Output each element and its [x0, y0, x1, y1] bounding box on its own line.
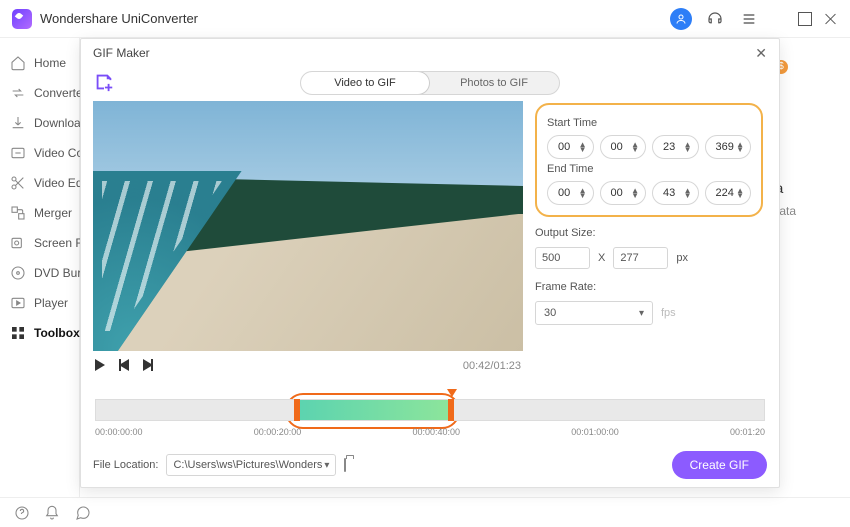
sidebar-item-dvd[interactable]: DVD Burner: [0, 258, 79, 288]
file-location-select[interactable]: C:\Users\ws\Pictures\Wonders▾: [166, 454, 336, 476]
start-minutes-stepper[interactable]: 00▲▼: [600, 135, 647, 159]
disc-icon: [10, 265, 26, 281]
sidebar-item-compressor[interactable]: Video Compressor: [0, 138, 79, 168]
px-label: px: [676, 252, 688, 264]
sidebar-item-editor[interactable]: Video Editor: [0, 168, 79, 198]
sidebar-item-converter[interactable]: Converter: [0, 78, 79, 108]
tick-label: 00:00:40:00: [412, 427, 460, 437]
compress-icon: [10, 145, 26, 161]
sidebar-item-label: Toolbox: [34, 326, 80, 340]
help-icon[interactable]: [14, 505, 30, 521]
frame-rate-select[interactable]: 30▾: [535, 301, 653, 325]
sidebar: Home Converter Downloader Video Compress…: [0, 38, 80, 497]
support-icon[interactable]: [704, 8, 726, 30]
end-ms-stepper[interactable]: 224▲▼: [705, 181, 752, 205]
frame-rate-label: Frame Rate:: [535, 281, 763, 293]
sidebar-item-label: Player: [34, 296, 68, 310]
folder-icon: [344, 458, 346, 472]
tick-label: 00:01:00:00: [571, 427, 619, 437]
sidebar-item-toolbox[interactable]: Toolbox: [0, 318, 79, 348]
end-hours-stepper[interactable]: 00▲▼: [547, 181, 594, 205]
gif-maker-dialog: GIF Maker ✕ Video to GIF Photos to GIF: [80, 38, 780, 488]
selection-end-handle[interactable]: [448, 399, 454, 421]
playback-controls: 00:42/01:23: [93, 351, 523, 381]
app-title: Wondershare UniConverter: [40, 11, 198, 26]
tick-label: 00:01:20: [730, 427, 765, 437]
next-frame-button[interactable]: [143, 359, 157, 373]
timeline-track[interactable]: [95, 399, 765, 421]
start-hours-stepper[interactable]: 00▲▼: [547, 135, 594, 159]
fps-label: fps: [661, 307, 676, 319]
timeline-ticks: 00:00:00:00 00:00:20:00 00:00:40:00 00:0…: [95, 427, 765, 437]
sidebar-item-recorder[interactable]: Screen Recorder: [0, 228, 79, 258]
prev-frame-button[interactable]: [119, 359, 133, 373]
add-media-icon[interactable]: [93, 71, 115, 93]
start-seconds-stepper[interactable]: 23▲▼: [652, 135, 699, 159]
selection-range[interactable]: [296, 400, 451, 420]
sidebar-item-label: Merger: [34, 206, 72, 220]
file-location-label: File Location:: [93, 459, 158, 471]
maximize-button[interactable]: [798, 12, 812, 26]
tick-label: 00:00:00:00: [95, 427, 143, 437]
x-label: X: [598, 252, 605, 264]
output-width-input[interactable]: 500: [535, 247, 590, 269]
tick-label: 00:00:20:00: [254, 427, 302, 437]
home-icon: [10, 55, 26, 71]
time-range-group: Start Time 00▲▼ 00▲▼ 23▲▼ 369▲▼ End Time…: [535, 103, 763, 217]
dialog-close-button[interactable]: ✕: [755, 45, 767, 62]
status-bar: [0, 497, 850, 527]
convert-icon: [10, 85, 26, 101]
scissors-icon: [10, 175, 26, 191]
browse-folder-button[interactable]: [344, 459, 346, 471]
timeline[interactable]: 00:00:00:00 00:00:20:00 00:00:40:00 00:0…: [93, 399, 767, 437]
play-icon: [10, 295, 26, 311]
bell-icon[interactable]: [44, 505, 60, 521]
grid-icon: [10, 325, 26, 341]
title-bar: Wondershare UniConverter: [0, 0, 850, 38]
feedback-icon[interactable]: [74, 505, 92, 521]
selection-start-handle[interactable]: [294, 399, 300, 421]
sidebar-item-label: Converter: [34, 86, 87, 100]
output-size-label: Output Size:: [535, 227, 763, 239]
end-time-label: End Time: [547, 163, 751, 175]
playback-time: 00:42/01:23: [463, 360, 521, 372]
create-gif-button[interactable]: Create GIF: [672, 451, 767, 479]
brand-icon: [12, 9, 32, 29]
merge-icon: [10, 205, 26, 221]
sidebar-item-player[interactable]: Player: [0, 288, 79, 318]
close-button[interactable]: [824, 12, 838, 26]
tab-photos-to-gif[interactable]: Photos to GIF: [429, 72, 559, 94]
tab-video-to-gif[interactable]: Video to GIF: [300, 71, 430, 95]
start-ms-stepper[interactable]: 369▲▼: [705, 135, 752, 159]
end-minutes-stepper[interactable]: 00▲▼: [600, 181, 647, 205]
sidebar-item-merger[interactable]: Merger: [0, 198, 79, 228]
end-seconds-stepper[interactable]: 43▲▼: [652, 181, 699, 205]
sidebar-item-downloader[interactable]: Downloader: [0, 108, 79, 138]
dialog-title: GIF Maker: [93, 46, 150, 60]
sidebar-item-home[interactable]: Home: [0, 48, 79, 78]
sidebar-item-label: Home: [34, 56, 66, 70]
start-time-label: Start Time: [547, 117, 751, 129]
playhead-marker[interactable]: [447, 389, 457, 397]
menu-icon[interactable]: [738, 8, 760, 30]
mode-tabs: Video to GIF Photos to GIF: [300, 71, 560, 95]
video-preview[interactable]: [93, 101, 523, 351]
record-icon: [10, 235, 26, 251]
account-icon[interactable]: [670, 8, 692, 30]
play-button[interactable]: [95, 359, 109, 373]
download-icon: [10, 115, 26, 131]
output-height-input[interactable]: 277: [613, 247, 668, 269]
